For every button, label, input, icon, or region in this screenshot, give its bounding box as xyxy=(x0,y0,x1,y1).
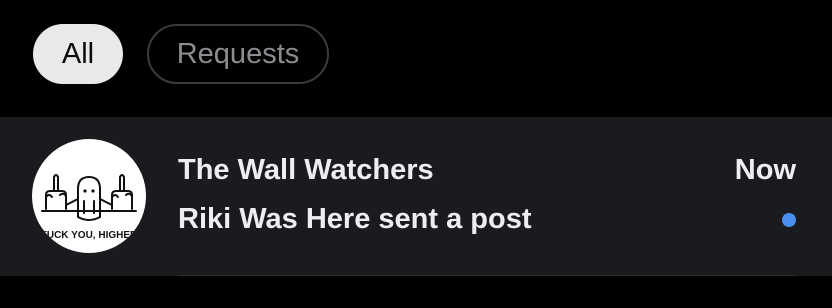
conversation-row[interactable]: FUCK YOU, HIGHER The Wall Watchers Riki … xyxy=(0,117,832,276)
conversation-preview: Riki Was Here sent a post xyxy=(178,203,532,235)
unread-indicator xyxy=(782,213,796,227)
messages-page: All Requests FUCK YOU, HIGHER The Wall W… xyxy=(0,0,832,308)
conversation-title: The Wall Watchers xyxy=(178,154,434,186)
group-avatar-image: FUCK YOU, HIGHER xyxy=(41,174,138,241)
tab-requests-label: Requests xyxy=(176,37,300,70)
conversation-time: Now xyxy=(734,154,796,186)
tab-all[interactable]: All xyxy=(33,24,123,84)
avatar-caption: FUCK YOU, HIGHER xyxy=(41,230,138,241)
avatar: FUCK YOU, HIGHER xyxy=(32,139,146,253)
row-divider xyxy=(178,275,796,276)
filter-tabs: All Requests xyxy=(33,24,329,84)
tab-requests[interactable]: Requests xyxy=(147,24,329,84)
tab-all-label: All xyxy=(61,37,95,70)
